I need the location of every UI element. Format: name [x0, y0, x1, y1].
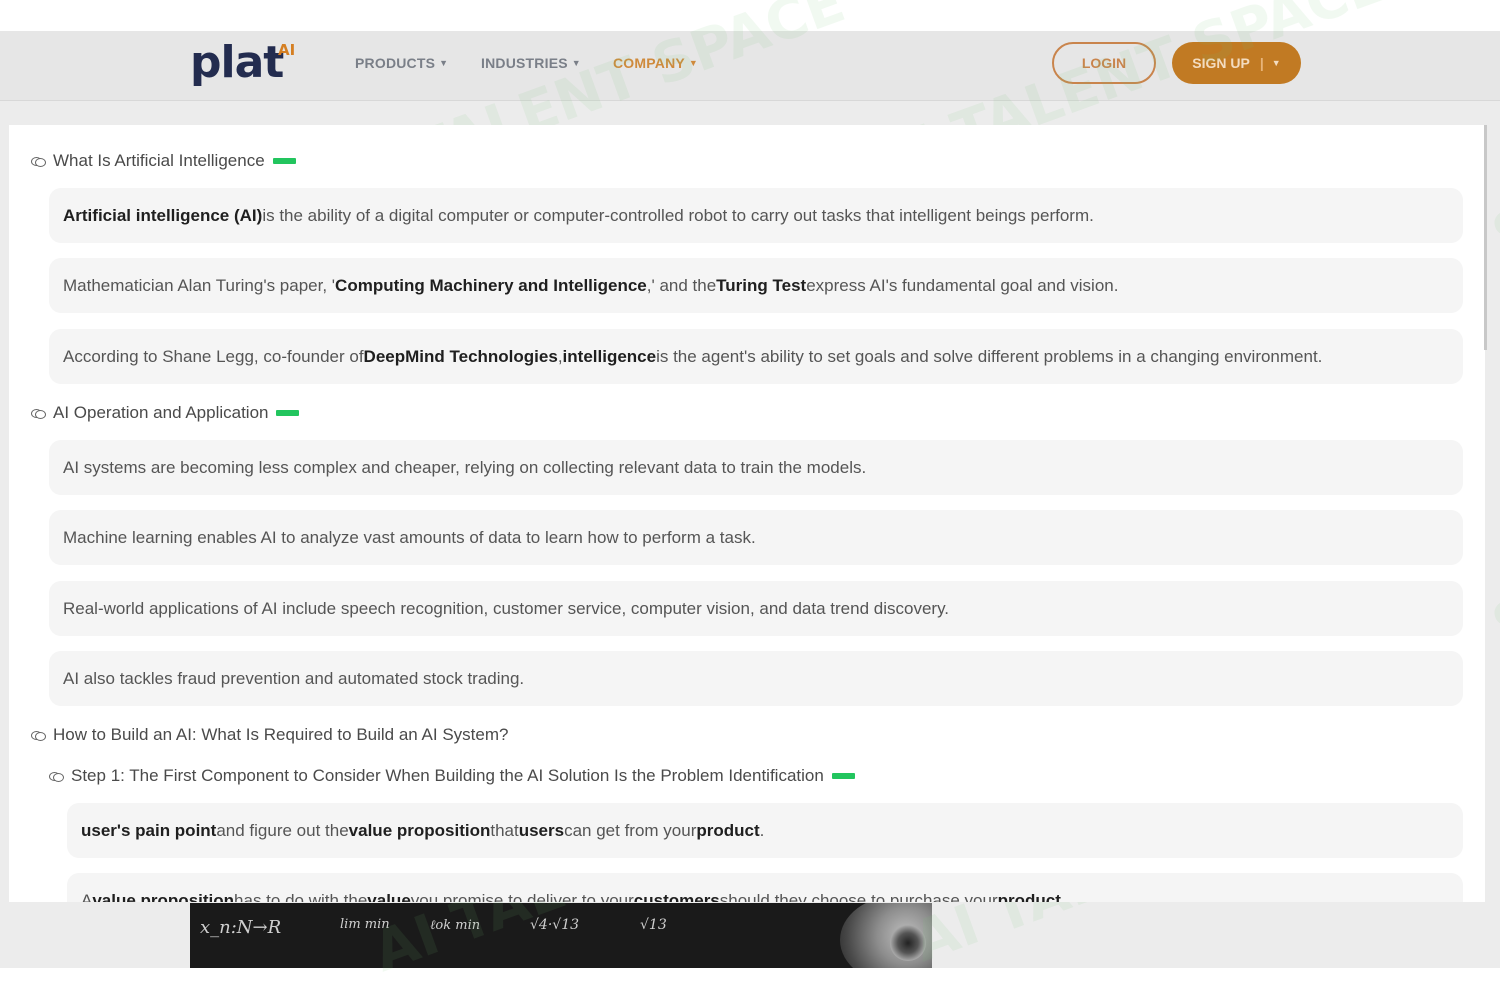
- chevron-down-icon: ▼: [688, 58, 699, 68]
- login-button[interactable]: LOGIN: [1052, 42, 1156, 84]
- chevron-down-icon: ▼: [571, 58, 581, 68]
- card-text: that: [490, 820, 519, 840]
- highlight-term: Turing Test: [716, 275, 807, 295]
- nav-products[interactable]: PRODUCTS ▼: [355, 55, 448, 71]
- highlight-term: user's pain point: [81, 820, 217, 840]
- subsection-title: Step 1: The First Component to Consider …: [71, 766, 824, 785]
- site-header: plat AI PRODUCTS ▼ INDUSTRIES ▼ COMPANY ▼ L…: [0, 31, 1500, 101]
- nav-products-label: PRODUCTS: [355, 55, 436, 71]
- chevron-down-icon: ▼: [1271, 58, 1281, 68]
- highlight-term: value proposition: [348, 820, 491, 840]
- green-marker: [276, 410, 300, 416]
- math-formula: x_n:N→R: [200, 917, 282, 938]
- card-text: you promise to deliver to your: [410, 891, 634, 902]
- math-formula: lim min: [340, 917, 390, 932]
- card-text: A: [81, 891, 93, 902]
- section-heading: AI Operation and Application: [31, 403, 300, 423]
- card-text: AI systems are becoming less complex and…: [63, 457, 867, 477]
- card-text: Mathematician Alan Turing's paper, ': [63, 275, 336, 295]
- summary-card: Machine learning enables AI to analyze v…: [49, 510, 1463, 565]
- math-formula: √13: [640, 917, 667, 933]
- card-text: has to do with the: [234, 891, 368, 902]
- summary-card: user's pain point and figure out the val…: [67, 803, 1463, 858]
- card-text: and figure out the: [216, 820, 349, 840]
- signup-label: SIGN UP: [1192, 55, 1250, 71]
- card-text: is the agent's ability to set goals and …: [656, 346, 1323, 366]
- highlight-term: Computing Machinery and Intelligence: [335, 275, 647, 295]
- math-formula: ℓok min: [430, 918, 481, 933]
- link-bullet-icon: [31, 730, 46, 741]
- green-marker: [831, 773, 855, 779]
- card-text: is the ability of a digital computer or …: [262, 205, 1094, 225]
- section-heading: What Is Artificial Intelligence: [31, 151, 296, 171]
- highlight-term: value: [367, 891, 411, 902]
- section-title: What Is Artificial Intelligence: [53, 151, 265, 170]
- nav-industries[interactable]: INDUSTRIES ▼: [481, 55, 581, 71]
- highlight-term: value proposition: [92, 891, 235, 902]
- card-text: AI also tackles fraud prevention and aut…: [63, 668, 525, 688]
- highlight-term: product: [696, 820, 760, 840]
- divider: |: [1259, 55, 1264, 71]
- subsection-heading: Step 1: The First Component to Consider …: [49, 766, 855, 786]
- scrollbar[interactable]: [1484, 125, 1487, 350]
- card-text: ,' and the: [646, 275, 717, 295]
- robot-eye: [890, 925, 926, 961]
- nav-industries-label: INDUSTRIES: [481, 55, 568, 71]
- nav-company-label: COMPANY: [613, 55, 685, 71]
- content-panel: What Is Artificial Intelligence Artifici…: [9, 125, 1485, 902]
- highlight-term: intelligence: [562, 346, 657, 366]
- card-text: According to Shane Legg, co-founder of: [63, 346, 364, 366]
- highlight-term: customers: [633, 891, 720, 902]
- highlight-term: Artificial intelligence (AI): [63, 205, 263, 225]
- card-text: express AI's fundamental goal and vision…: [806, 275, 1119, 295]
- brand-logo-sup: AI: [278, 41, 296, 59]
- signup-button[interactable]: SIGN UP | ▼: [1172, 42, 1301, 84]
- card-text: .: [759, 820, 765, 840]
- summary-card: Artificial intelligence (AI) is the abil…: [49, 188, 1463, 243]
- section-heading: How to Build an AI: What Is Required to …: [31, 725, 508, 745]
- section-title: AI Operation and Application: [53, 403, 269, 422]
- hero-image: x_n:N→R lim min ℓok min √4·√13 √13: [190, 903, 932, 968]
- highlight-term: product: [997, 891, 1061, 902]
- green-marker: [272, 158, 296, 164]
- brand-logo[interactable]: plat: [190, 37, 284, 88]
- card-text: Machine learning enables AI to analyze v…: [63, 527, 756, 547]
- summary-card: AI systems are becoming less complex and…: [49, 440, 1463, 495]
- card-text: Real-world applications of AI include sp…: [63, 598, 950, 618]
- highlight-term: DeepMind Technologies: [363, 346, 558, 366]
- highlight-term: users: [518, 820, 565, 840]
- nav-company[interactable]: COMPANY ▼: [613, 55, 698, 71]
- summary-card: According to Shane Legg, co-founder of D…: [49, 329, 1463, 384]
- link-bullet-icon: [49, 771, 64, 782]
- math-formula: √4·√13: [530, 917, 580, 933]
- card-text: .: [1060, 891, 1066, 902]
- summary-card: Real-world applications of AI include sp…: [49, 581, 1463, 636]
- section-title: How to Build an AI: What Is Required to …: [53, 725, 509, 744]
- summary-card: Mathematician Alan Turing's paper, ' Comp…: [49, 258, 1463, 313]
- card-text: should they choose to purchase your: [719, 891, 998, 902]
- card-text: can get from your: [564, 820, 697, 840]
- page: plat AI PRODUCTS ▼ INDUSTRIES ▼ COMPANY ▼ L…: [0, 0, 1500, 1000]
- summary-card: A value proposition has to do with the v…: [67, 873, 1463, 902]
- link-bullet-icon: [31, 408, 46, 419]
- summary-card: AI also tackles fraud prevention and aut…: [49, 651, 1463, 706]
- chevron-down-icon: ▼: [439, 58, 449, 68]
- link-bullet-icon: [31, 156, 46, 167]
